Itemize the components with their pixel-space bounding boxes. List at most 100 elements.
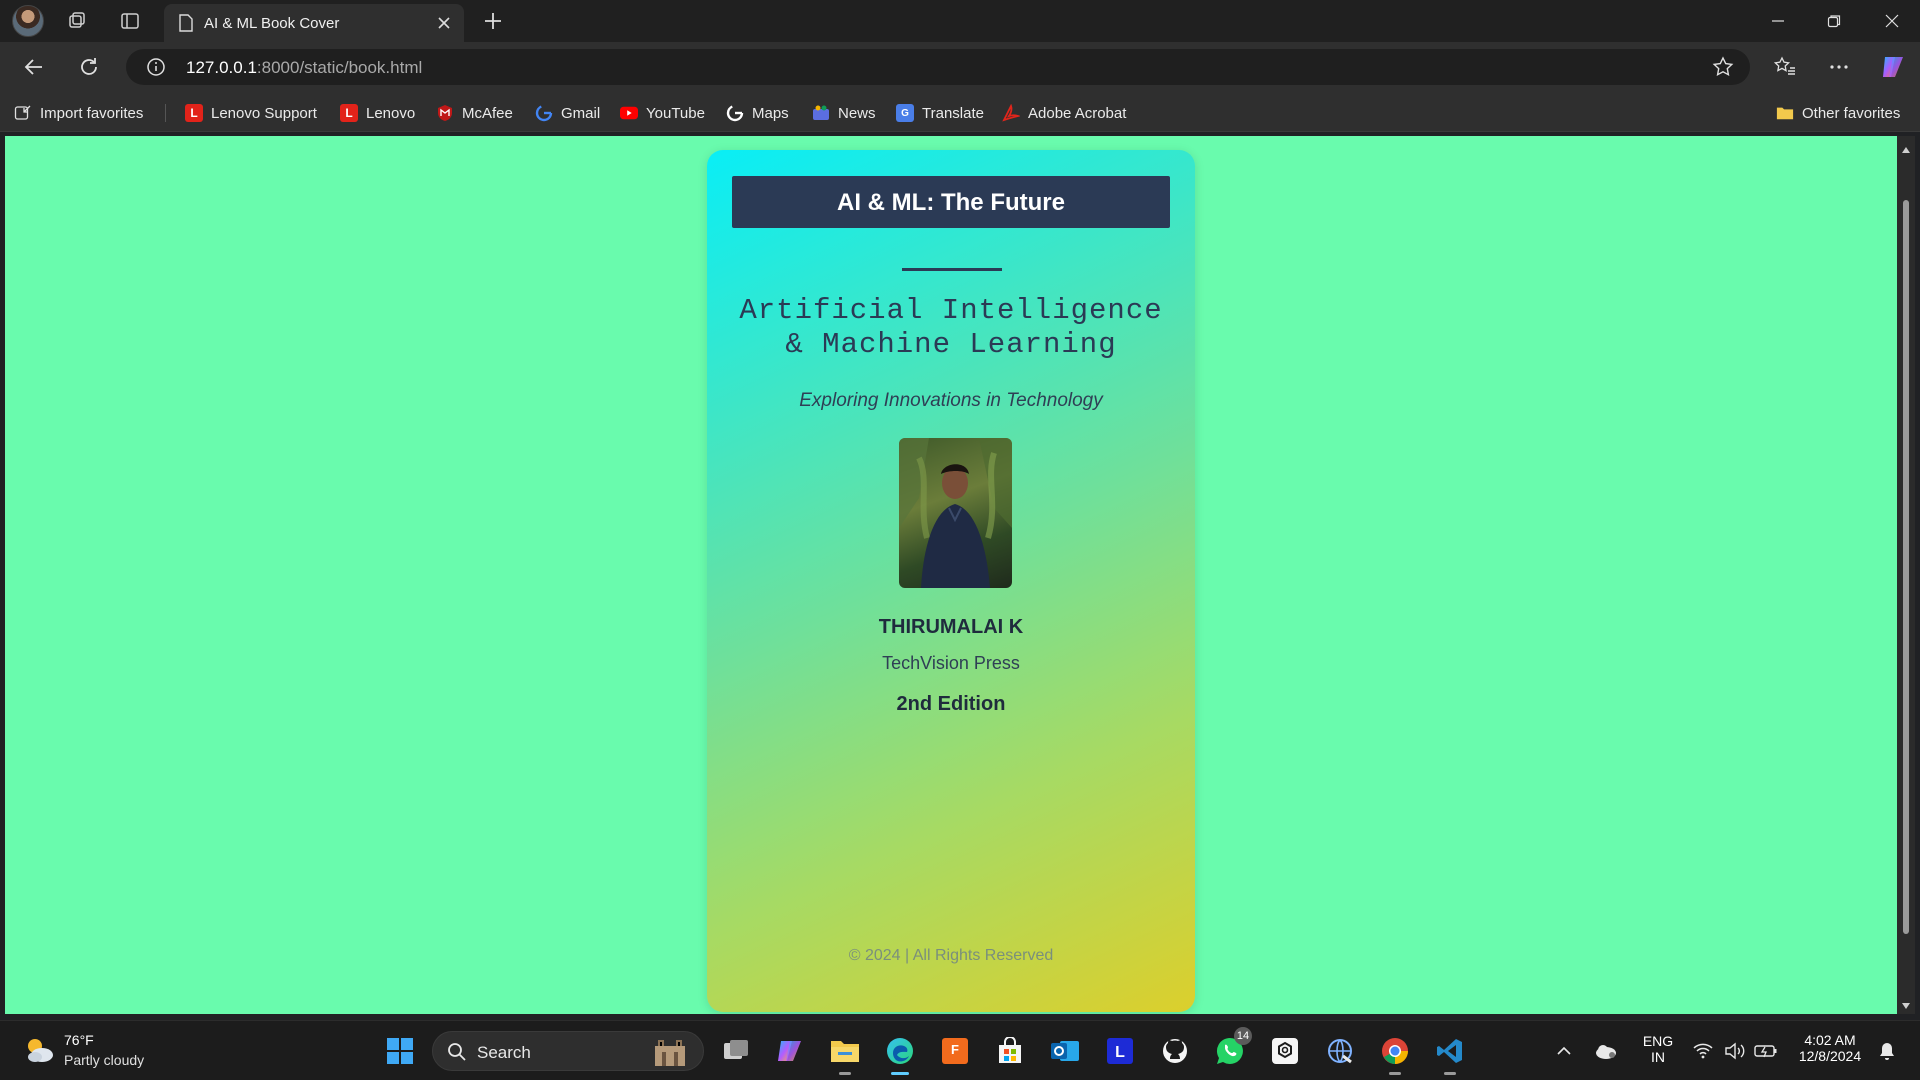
- more-options-icon[interactable]: [1822, 50, 1856, 84]
- bookmark-label: YouTube: [646, 104, 705, 122]
- chrome-icon[interactable]: [1377, 1033, 1413, 1075]
- clock[interactable]: 4:02 AM 12/8/2024: [1790, 1032, 1870, 1064]
- url-host: 127.0.0.1: [186, 58, 257, 77]
- bookmark-label: Translate: [922, 104, 984, 122]
- scrollbar-thumb[interactable]: [1903, 200, 1909, 934]
- network-tool-icon[interactable]: [1322, 1033, 1358, 1069]
- microsoft-store-icon[interactable]: [992, 1033, 1028, 1069]
- youtube-icon: [620, 104, 638, 122]
- workspaces-icon[interactable]: [62, 6, 92, 36]
- book-title-bar: AI & ML: The Future: [732, 176, 1170, 228]
- tab-active[interactable]: AI & ML Book Cover: [164, 4, 464, 42]
- book-tagline: Exploring Innovations in Technology: [799, 390, 1103, 411]
- mcafee-icon: [436, 104, 454, 122]
- bookmark-label: Lenovo: [366, 104, 416, 122]
- url-path: :8000/static/book.html: [256, 58, 423, 77]
- bookmark-import-favorites[interactable]: Import favorites: [14, 101, 143, 125]
- volume-icon[interactable]: [1722, 1033, 1748, 1069]
- start-windows-icon[interactable]: [382, 1033, 418, 1069]
- notification-bell-icon[interactable]: [1874, 1033, 1900, 1069]
- author-photo: [899, 438, 1012, 588]
- battery-icon[interactable]: [1752, 1033, 1780, 1069]
- notification-badge: 14: [1234, 1027, 1252, 1045]
- minimize-icon[interactable]: [1750, 0, 1806, 42]
- lenovo-app-icon[interactable]: L: [1102, 1033, 1138, 1069]
- svg-text:L: L: [1115, 1044, 1125, 1061]
- bookmark-separator: [165, 104, 166, 122]
- bookmark-youtube[interactable]: YouTube: [620, 101, 705, 125]
- search-label: Search: [477, 1043, 531, 1062]
- site-info-icon[interactable]: [146, 57, 166, 82]
- vscode-icon[interactable]: [1432, 1033, 1468, 1075]
- clock-time: 4:02 AM: [1804, 1032, 1856, 1048]
- bookmark-news[interactable]: News: [812, 101, 876, 125]
- bookmark-lenovo[interactable]: L Lenovo: [340, 101, 415, 125]
- chatgpt-icon[interactable]: [1267, 1033, 1303, 1069]
- running-indicator: [1389, 1072, 1401, 1075]
- copilot-app-icon[interactable]: [772, 1033, 808, 1069]
- restore-icon[interactable]: [1806, 0, 1862, 42]
- weather-temperature[interactable]: 76°F: [64, 1032, 94, 1048]
- outlook-icon[interactable]: [1047, 1033, 1083, 1069]
- language-line1: ENG: [1642, 1033, 1674, 1049]
- book-copyright: © 2024 | All Rights Reserved: [848, 947, 1054, 964]
- scroll-down-icon[interactable]: [1901, 998, 1911, 1009]
- bookmark-label: Gmail: [561, 104, 601, 122]
- lenovo-icon: L: [185, 104, 203, 122]
- profile-avatar[interactable]: [12, 5, 44, 37]
- search-highlight-icon: [653, 1038, 687, 1071]
- wifi-icon[interactable]: [1690, 1033, 1716, 1069]
- book-publisher: TechVision Press: [882, 653, 1020, 673]
- google-icon: [726, 104, 744, 122]
- weather-description[interactable]: Partly cloudy: [64, 1052, 144, 1068]
- taskbar-search[interactable]: Search: [432, 1031, 704, 1071]
- news-icon: [812, 104, 830, 122]
- book-title: AI & ML: The Future: [837, 189, 1065, 216]
- bookmark-lenovo-support[interactable]: L Lenovo Support: [185, 101, 317, 125]
- chevron-up-icon[interactable]: [1552, 1033, 1576, 1069]
- book-author: THIRUMALAI K: [878, 616, 1024, 638]
- whatsapp-icon[interactable]: 14: [1212, 1027, 1252, 1069]
- file-explorer-icon[interactable]: [827, 1033, 863, 1075]
- browser-titlebar: AI & ML Book Cover: [0, 0, 1920, 42]
- bookmark-mcafee[interactable]: McAfee: [436, 101, 513, 125]
- new-tab-icon[interactable]: [480, 8, 506, 34]
- close-window-icon[interactable]: [1864, 0, 1920, 42]
- google-icon: [535, 104, 553, 122]
- copilot-icon[interactable]: [1876, 50, 1910, 84]
- book-subtitle: Artificial Intelligence & Machine Learni…: [707, 294, 1195, 362]
- refresh-icon[interactable]: [72, 50, 106, 84]
- back-icon[interactable]: [17, 50, 51, 84]
- github-icon[interactable]: [1157, 1033, 1193, 1069]
- scroll-up-icon[interactable]: [1901, 142, 1911, 153]
- bookmark-other-favorites[interactable]: Other favorites: [1776, 101, 1900, 125]
- bookmark-translate[interactable]: G Translate: [896, 101, 984, 125]
- bookmark-label: McAfee: [462, 104, 513, 122]
- weather-partly-cloudy-icon[interactable]: [22, 1033, 56, 1067]
- svg-text:F: F: [951, 1042, 959, 1057]
- page-icon: [178, 14, 194, 37]
- book-cover: AI & ML: The Future Artificial Intellige…: [707, 150, 1195, 1012]
- flow-app-icon[interactable]: F: [937, 1033, 973, 1069]
- task-view-icon[interactable]: [718, 1033, 754, 1069]
- vertical-scrollbar[interactable]: [1897, 136, 1915, 1014]
- tab-actions-icon[interactable]: [115, 6, 145, 36]
- bookmark-maps[interactable]: Maps: [726, 101, 789, 125]
- favorite-star-icon[interactable]: [1712, 56, 1734, 78]
- bookmark-label: Maps: [752, 104, 789, 122]
- url-text: 127.0.0.1:8000/static/book.html: [186, 58, 422, 78]
- favorites-icon[interactable]: [1768, 50, 1802, 84]
- tab-close-icon[interactable]: [434, 13, 454, 33]
- book-edition: 2nd Edition: [896, 693, 1006, 715]
- book-subtitle-line1: Artificial Intelligence: [739, 294, 1163, 327]
- bookmark-label: Import favorites: [40, 104, 144, 122]
- edge-browser-icon[interactable]: [882, 1033, 918, 1075]
- address-bar[interactable]: 127.0.0.1:8000/static/book.html: [126, 49, 1750, 85]
- running-indicator: [1444, 1072, 1456, 1075]
- folder-icon: [1776, 104, 1794, 122]
- acrobat-icon: [1002, 104, 1020, 122]
- language-indicator[interactable]: ENG IN: [1640, 1033, 1676, 1065]
- bookmark-adobe-acrobat[interactable]: Adobe Acrobat: [1002, 101, 1126, 125]
- bookmark-gmail[interactable]: Gmail: [535, 101, 600, 125]
- onedrive-icon[interactable]: [1592, 1033, 1620, 1069]
